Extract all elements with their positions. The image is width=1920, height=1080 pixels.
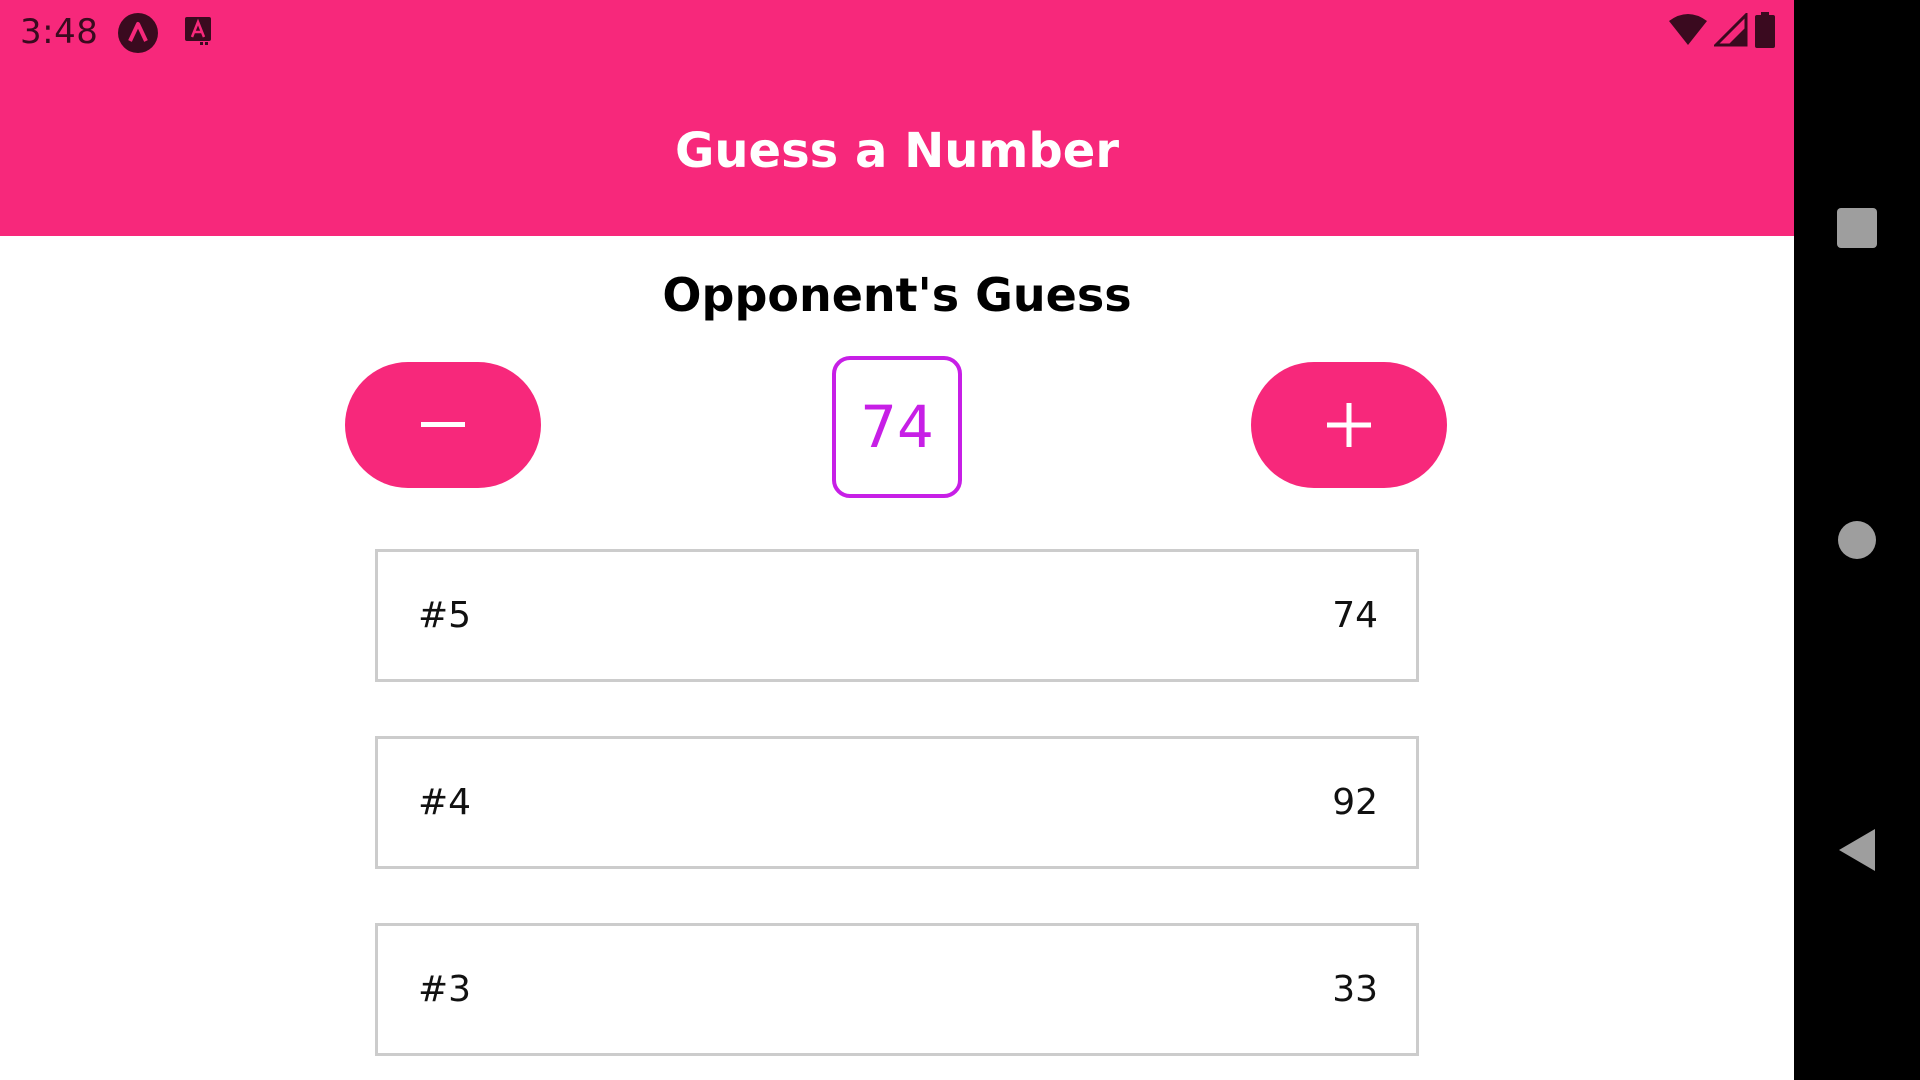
guess-value: 74: [1332, 595, 1378, 636]
signal-icon: [1712, 11, 1748, 51]
home-button[interactable]: [1794, 480, 1920, 600]
battery-icon: [1754, 12, 1776, 52]
home-icon: [1838, 521, 1876, 559]
guess-round: #5: [418, 595, 472, 636]
status-bar: 3:48: [0, 0, 1794, 64]
recents-icon: [1837, 208, 1877, 248]
app-title: Guess a Number: [674, 123, 1120, 179]
list-item: #5 74: [375, 549, 1419, 682]
guess-history-list[interactable]: #5 74 #4 92 #3 33: [375, 549, 1419, 1080]
wifi-icon: [1668, 13, 1708, 51]
minus-icon: [421, 422, 465, 427]
guess-value: 33: [1332, 969, 1378, 1010]
accessibility-icon: [184, 16, 212, 48]
list-item: #3 33: [375, 923, 1419, 1056]
list-item: #4 92: [375, 736, 1419, 869]
lower-button[interactable]: [345, 362, 541, 488]
back-button[interactable]: [1794, 790, 1920, 910]
opponent-guess-heading: Opponent's Guess: [662, 268, 1132, 322]
guess-round: #4: [418, 782, 472, 823]
guess-round: #3: [418, 969, 472, 1010]
higher-button[interactable]: [1251, 362, 1447, 488]
app-screen: 3:48 Guess a Number Opponent's Guess 74 …: [0, 0, 1794, 1080]
plus-icon: [1327, 403, 1371, 447]
app-launcher-icon: [118, 13, 158, 53]
guess-value: 92: [1332, 782, 1378, 823]
status-time: 3:48: [20, 12, 99, 52]
back-icon: [1839, 829, 1875, 871]
status-icons: [1668, 11, 1776, 52]
system-navigation-bar: [1794, 0, 1920, 1080]
current-guess-display: 74: [832, 356, 962, 498]
app-header: Guess a Number: [0, 64, 1794, 236]
recents-button[interactable]: [1794, 168, 1920, 288]
